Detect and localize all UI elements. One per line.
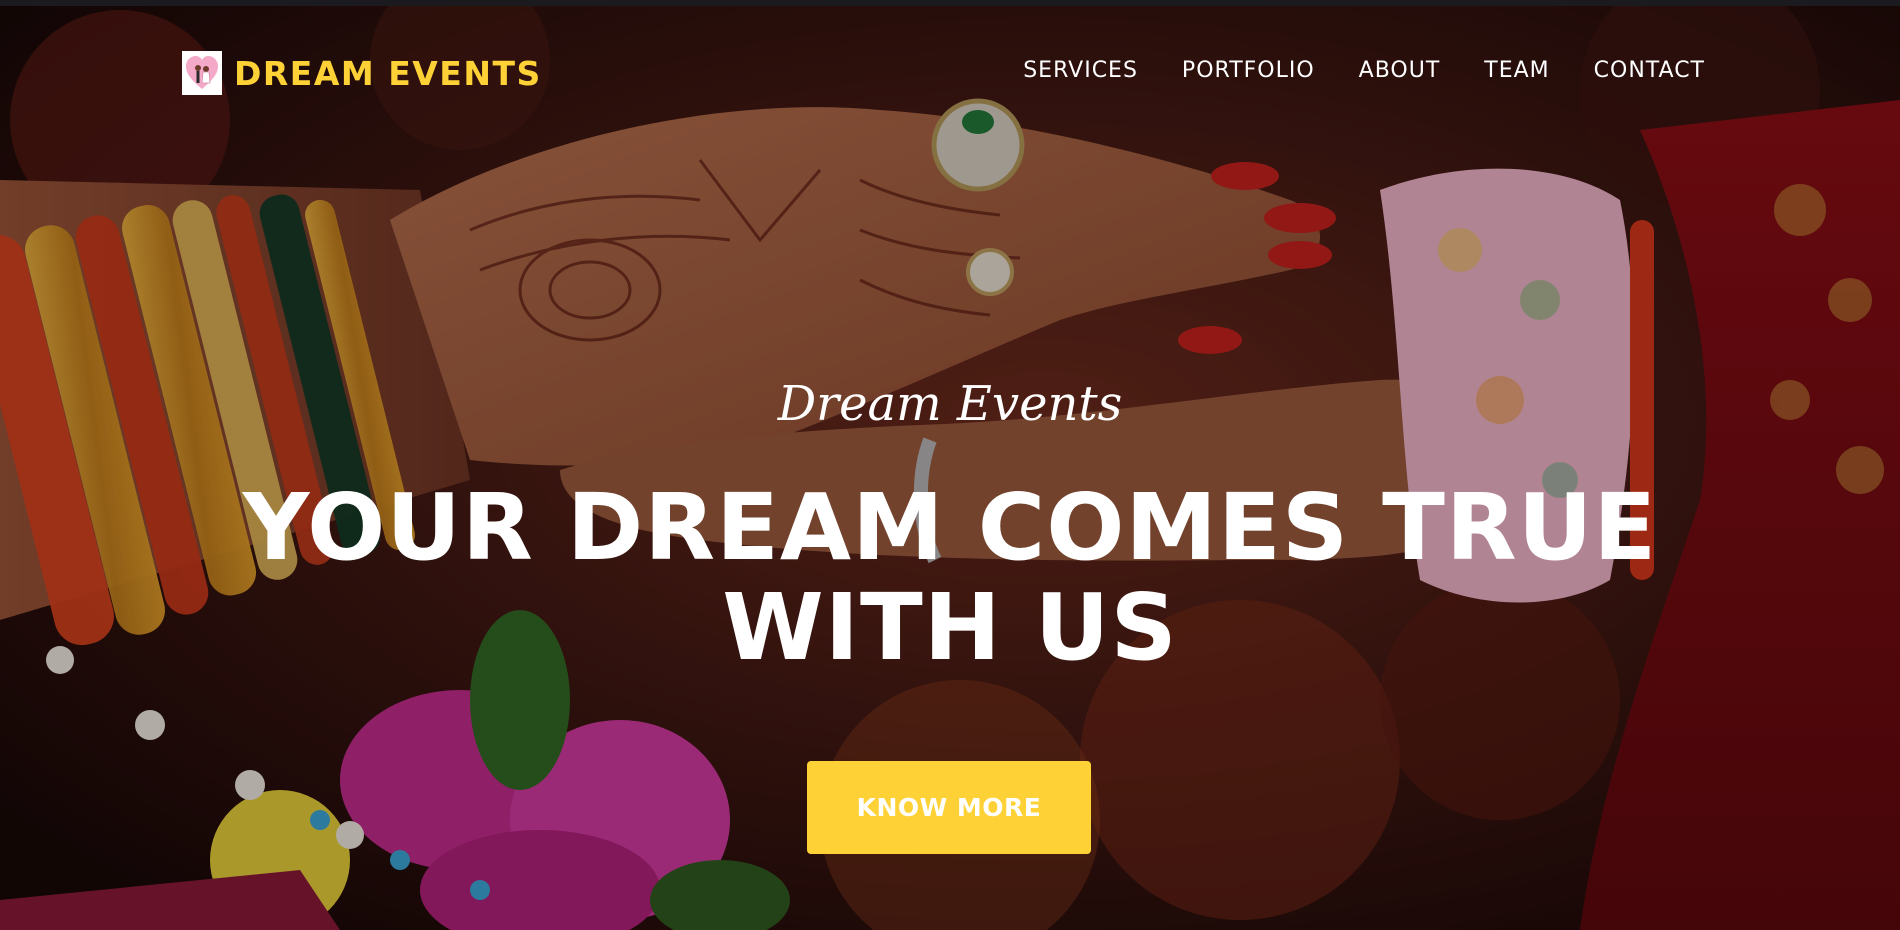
- brand-link[interactable]: DREAM EVENTS: [182, 51, 542, 95]
- nav-link-contact[interactable]: CONTACT: [1594, 58, 1705, 84]
- hero-heading-line-2: WITH US: [722, 574, 1178, 681]
- nav-link-about[interactable]: ABOUT: [1359, 58, 1441, 84]
- nav-link-team[interactable]: TEAM: [1484, 58, 1549, 84]
- hero-heading: YOUR DREAM COMES TRUE WITH US: [0, 478, 1900, 678]
- hero-heading-line-1: YOUR DREAM COMES TRUE: [242, 474, 1658, 581]
- nav-link-portfolio[interactable]: PORTFOLIO: [1182, 58, 1315, 84]
- brand-name: DREAM EVENTS: [234, 53, 542, 93]
- browser-top-strip: [0, 0, 1900, 6]
- hero-subheading: Dream Events: [777, 376, 1123, 432]
- know-more-button[interactable]: KNOW MORE: [807, 761, 1091, 854]
- nav-menu: SERVICES PORTFOLIO ABOUT TEAM CONTACT: [979, 58, 1705, 84]
- main-navbar: DREAM EVENTS SERVICES PORTFOLIO ABOUT TE…: [0, 6, 1900, 138]
- heart-couple-icon: [182, 51, 222, 95]
- nav-link-services[interactable]: SERVICES: [1023, 58, 1138, 84]
- page: DREAM EVENTS SERVICES PORTFOLIO ABOUT TE…: [0, 0, 1900, 930]
